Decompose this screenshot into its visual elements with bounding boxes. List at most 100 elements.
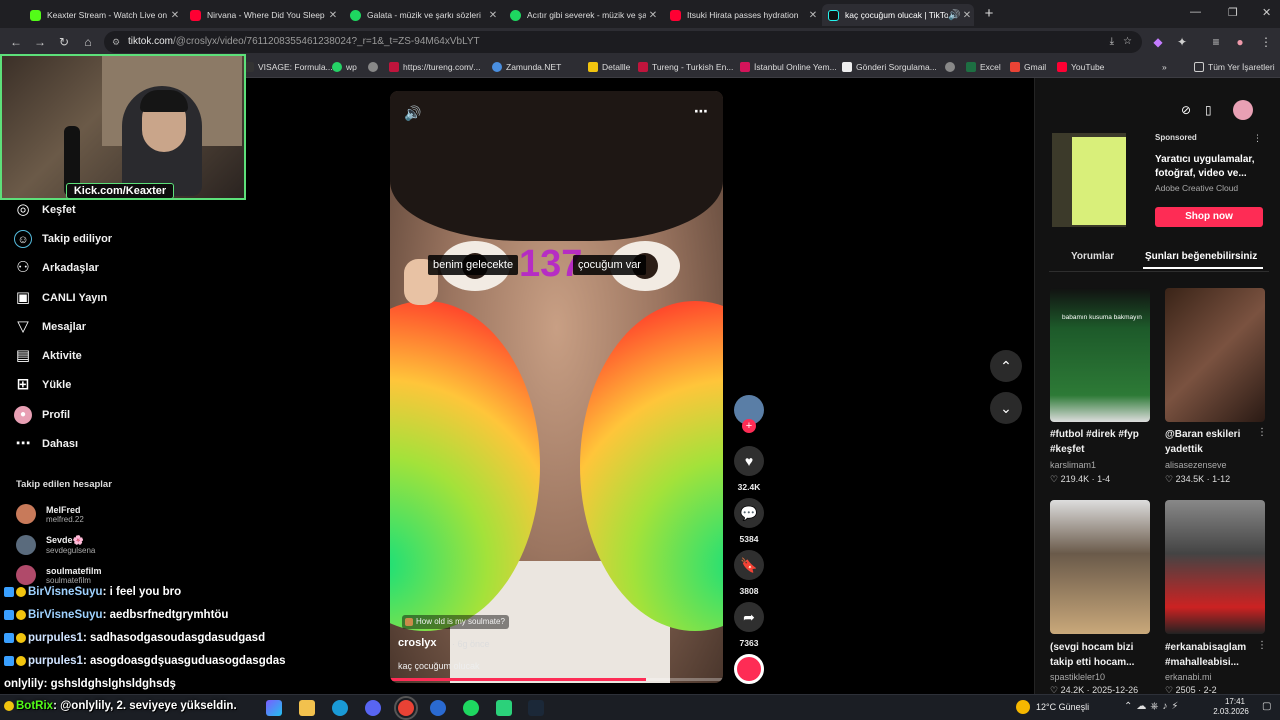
sidebar-item-upload[interactable]: ⊞ Yükle [14, 374, 72, 396]
like-button[interactable]: ♥ 32.4K [734, 446, 764, 492]
video-more-icon[interactable]: ⋮ [1257, 640, 1267, 651]
profile-avatar-icon[interactable]: ● [1232, 34, 1248, 50]
device-icon[interactable]: ▯ [1205, 103, 1212, 117]
sidebar-item-following[interactable]: ☺ Takip ediliyor [14, 228, 112, 250]
sidebar-item-more[interactable]: ⋯ Dahası [14, 433, 79, 455]
clock-time[interactable]: 17:41 [1214, 697, 1256, 706]
suggested-video-title[interactable]: (sevgi hocam bizi takip etti hocam... [1050, 640, 1150, 670]
followed-account[interactable]: Sevde🌸 sevdegulsena [16, 533, 95, 557]
creator-avatar-button[interactable]: + [734, 395, 764, 433]
install-icon[interactable]: ⤓ [1110, 31, 1114, 53]
sidebar-item-explore[interactable]: ◎ Keşfet [14, 199, 75, 221]
bookmark[interactable]: İstanbul Online Yem... [740, 59, 837, 75]
new-tab-button[interactable]: + [980, 5, 998, 23]
window-close-icon[interactable]: ✕ [1262, 6, 1271, 19]
puzzle-icon[interactable]: ✦ [1174, 34, 1190, 50]
close-icon[interactable]: ✕ [486, 10, 500, 21]
follow-plus-icon[interactable]: + [742, 419, 756, 433]
bookmark-folder[interactable]: Tüm Yer İşaretleri [1194, 59, 1275, 75]
media-icon[interactable]: ≡ [1208, 34, 1224, 50]
suggested-video-title[interactable]: #erkanabisaglam #mahalleabisi... [1165, 640, 1265, 670]
suggested-video-user[interactable]: karslimam1 [1050, 460, 1096, 470]
more-options-icon[interactable]: ⋯ [694, 103, 708, 120]
file-explorer-icon[interactable] [299, 700, 315, 716]
clock-date[interactable]: 2.03.2026 [1206, 707, 1256, 716]
browser-tab[interactable]: Keaxter Stream - Watch Live on ✕ [24, 4, 182, 26]
volume-icon[interactable]: 🔊 [404, 105, 421, 122]
browser-tab[interactable]: Acıtır gibi severek - müzik ve şa ✕ [504, 4, 660, 26]
tray-icons[interactable]: ⌃☁⎈♪⚡ [1124, 701, 1182, 712]
speaker-icon[interactable]: 🔊 [948, 10, 960, 21]
ad-image[interactable] [1052, 133, 1126, 227]
previous-video-button[interactable]: ⌃ [990, 350, 1022, 382]
suggested-video-thumbnail[interactable] [1165, 500, 1265, 634]
bookmark[interactable]: YouTube [1057, 59, 1104, 75]
address-bar[interactable]: tiktok.com/@croslyx/video/76112083554612… [104, 31, 1142, 53]
close-icon[interactable]: ✕ [806, 10, 820, 21]
notification-icon[interactable]: ▢ [1262, 701, 1271, 712]
share-button[interactable]: ➦ 7363 [734, 602, 764, 648]
bookmark[interactable] [945, 59, 959, 75]
ad-more-icon[interactable]: ⋮ [1253, 133, 1262, 144]
video-progress-bar[interactable] [390, 678, 723, 681]
close-icon[interactable]: ✕ [960, 10, 974, 21]
spotify-icon[interactable] [463, 700, 479, 716]
followed-account[interactable]: soulmatefilm soulmatefilm [16, 563, 102, 587]
user-avatar[interactable] [1233, 100, 1253, 120]
sidebar-item-profile[interactable]: ● Profil [14, 404, 70, 426]
reload-icon[interactable]: ↻ [56, 34, 72, 50]
video-author[interactable]: croslyx [398, 637, 437, 649]
comment-button[interactable]: 💬 5384 [734, 498, 764, 544]
forward-icon[interactable]: → [32, 34, 48, 50]
suggested-video-user[interactable]: alisasezenseve [1165, 460, 1227, 470]
sound-disc-button[interactable] [734, 654, 764, 684]
close-icon[interactable]: ✕ [326, 10, 340, 21]
suggested-video-user[interactable]: erkanabi.mi [1165, 672, 1212, 682]
shop-now-button[interactable]: Shop now [1155, 207, 1263, 227]
app-icon[interactable] [430, 700, 446, 716]
star-icon[interactable]: ☆ [1123, 31, 1132, 53]
close-icon[interactable]: ✕ [168, 10, 182, 21]
suggested-video-title[interactable]: @Baran eskileri yadettik [1165, 427, 1265, 457]
sidebar-item-live[interactable]: ▣ CANLI Yayın [14, 287, 107, 309]
more-bookmarks-icon[interactable]: » [1162, 59, 1167, 75]
browser-tab[interactable]: Galata - müzik ve şarkı sözleri ✕ [344, 4, 500, 26]
sidebar-item-friends[interactable]: ⚇ Arkadaşlar [14, 257, 99, 279]
bookmark[interactable]: VISAGE: Formula... [244, 59, 333, 75]
copilot-icon[interactable] [266, 700, 282, 716]
suggested-video-user[interactable]: spastikleler10 [1050, 672, 1105, 682]
weather-text[interactable]: 12°C Güneşli [1036, 702, 1089, 712]
sidebar-item-activity[interactable]: ▤ Aktivite [14, 345, 82, 367]
bookmark[interactable]: https://tureng.com/... [389, 59, 480, 75]
discord-icon[interactable] [365, 700, 381, 716]
explore-icon[interactable]: ⊘ [1181, 103, 1191, 117]
chrome-icon[interactable] [394, 696, 418, 720]
suggested-video-thumbnail[interactable] [1050, 500, 1150, 634]
bookmark[interactable]: Excel [966, 59, 1001, 75]
close-icon[interactable]: ✕ [646, 10, 660, 21]
extension-icon[interactable]: ◆ [1150, 34, 1166, 50]
bookmark[interactable]: wp [332, 59, 357, 75]
bookmark[interactable]: Detallle [588, 59, 630, 75]
next-video-button[interactable]: ⌄ [990, 392, 1022, 424]
followed-account[interactable]: MelFred melfred.22 [16, 502, 84, 526]
minimize-icon[interactable]: — [1190, 6, 1201, 18]
bookmark[interactable]: Zamunda.NET [492, 59, 561, 75]
bookmark[interactable]: Gmail [1010, 59, 1046, 75]
edge-icon[interactable] [332, 700, 348, 716]
back-icon[interactable]: ← [8, 34, 24, 50]
sidebar-item-messages[interactable]: ▽ Mesajlar [14, 316, 86, 338]
save-button[interactable]: 🔖 3808 [734, 550, 764, 596]
browser-tab[interactable]: Itsuki Hirata passes hydration ✕ [664, 4, 820, 26]
browser-tab[interactable]: Nirvana - Where Did You Sleep ✕ [184, 4, 340, 26]
steam-icon[interactable] [528, 700, 544, 716]
home-icon[interactable]: ⌂ [80, 34, 96, 50]
bookmark[interactable]: Gönderi Sorgulama... [842, 59, 937, 75]
tab-suggested[interactable]: Şunları beğenebilirsiniz [1145, 251, 1257, 262]
suggested-video-thumbnail[interactable]: babamın kusuma bakmayın [1050, 288, 1150, 422]
maximize-icon[interactable]: ❐ [1228, 6, 1238, 19]
suggested-video-title[interactable]: #futbol #direk #fyp #keşfet [1050, 427, 1150, 457]
menu-icon[interactable]: ⋮ [1258, 34, 1274, 50]
bookmark[interactable]: Tureng - Turkish En... [638, 59, 733, 75]
tab-comments[interactable]: Yorumlar [1071, 251, 1114, 262]
